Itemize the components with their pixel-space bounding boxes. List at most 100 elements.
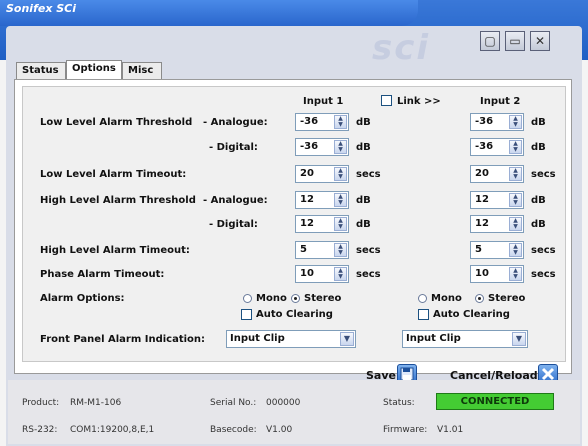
spinner-arrows-icon[interactable]: ▲ ▼	[509, 140, 522, 154]
high-threshold-digital-in2[interactable]: 12 ▲ ▼	[470, 215, 524, 233]
basecode-value: V1.00	[266, 425, 293, 435]
status-value: CONNECTED	[460, 396, 530, 407]
firmware-label: Firmware:	[383, 425, 428, 435]
value: -36	[300, 116, 319, 127]
input1-header: Input 1	[303, 96, 344, 107]
high-threshold-digital-in1[interactable]: 12 ▲ ▼	[295, 215, 349, 233]
value: 20	[300, 168, 314, 179]
value: Input Clip	[230, 333, 285, 344]
spinner-arrows-icon[interactable]: ▲ ▼	[509, 115, 522, 129]
minimize-icon: ▢	[484, 34, 496, 48]
low-timeout-in2[interactable]: 20 ▲ ▼	[470, 165, 524, 183]
value: 20	[475, 168, 489, 179]
chevron-down-icon[interactable]: ▼	[340, 332, 354, 346]
high-timeout-in1[interactable]: 5 ▲ ▼	[295, 241, 349, 259]
in1-stereo-label: Stereo	[304, 293, 342, 304]
product-label: Product:	[22, 398, 60, 408]
in2-stereo-label: Stereo	[488, 293, 526, 304]
unit-label: secs	[356, 245, 381, 256]
unit-label: secs	[356, 169, 381, 180]
tab-misc-label: Misc	[128, 65, 154, 76]
unit-label: dB	[356, 117, 371, 128]
close-button[interactable]: ✕	[530, 31, 550, 51]
rs232-value: COM1:19200,8,E,1	[70, 425, 155, 435]
firmware-value: V1.01	[437, 425, 464, 435]
tab-status[interactable]: Status	[16, 62, 66, 79]
low-threshold-digital-in1[interactable]: -36 ▲ ▼	[295, 138, 349, 156]
unit-label: dB	[531, 219, 546, 230]
spinner-arrows-icon[interactable]: ▲ ▼	[334, 167, 347, 181]
front-panel-in1-select[interactable]: Input Clip ▼	[226, 330, 356, 348]
spinner-arrows-icon[interactable]: ▲ ▼	[509, 217, 522, 231]
high-threshold-analogue-in1[interactable]: 12 ▲ ▼	[295, 191, 349, 209]
spinner-arrows-icon[interactable]: ▲ ▼	[509, 267, 522, 281]
high-timeout-label: High Level Alarm Timeout:	[40, 245, 190, 256]
chevron-down-icon[interactable]: ▼	[512, 332, 526, 346]
link-checkbox[interactable]	[381, 95, 392, 106]
spinner-arrows-icon[interactable]: ▲ ▼	[509, 167, 522, 181]
value: 12	[300, 194, 314, 205]
value: 12	[300, 218, 314, 229]
front-panel-in2-select[interactable]: Input Clip ▼	[402, 330, 528, 348]
high-timeout-in2[interactable]: 5 ▲ ▼	[470, 241, 524, 259]
low-timeout-in1[interactable]: 20 ▲ ▼	[295, 165, 349, 183]
product-value: RM-M1-106	[70, 398, 122, 408]
in2-auto-clearing-checkbox[interactable]	[418, 309, 429, 320]
low-threshold-analogue-label: - Analogue:	[203, 117, 268, 128]
tab-options[interactable]: Options	[66, 60, 122, 80]
low-threshold-digital-in2[interactable]: -36 ▲ ▼	[470, 138, 524, 156]
phase-timeout-label: Phase Alarm Timeout:	[40, 269, 165, 280]
in1-auto-clearing-checkbox[interactable]	[241, 309, 252, 320]
spinner-arrows-icon[interactable]: ▲ ▼	[334, 267, 347, 281]
in1-mono-radio[interactable]	[243, 294, 252, 303]
spinner-arrows-icon[interactable]: ▲ ▼	[509, 193, 522, 207]
window-title: Sonifex SCi	[6, 2, 77, 15]
spinner-arrows-icon[interactable]: ▲ ▼	[334, 115, 347, 129]
value: 5	[475, 244, 482, 255]
in2-mono-radio[interactable]	[418, 294, 427, 303]
low-threshold-analogue-in1[interactable]: -36 ▲ ▼	[295, 113, 349, 131]
unit-label: dB	[531, 117, 546, 128]
spinner-arrows-icon[interactable]: ▲ ▼	[334, 217, 347, 231]
spinner-arrows-icon[interactable]: ▲ ▼	[334, 193, 347, 207]
serial-label: Serial No.:	[210, 398, 257, 408]
in2-stereo-radio[interactable]	[475, 294, 484, 303]
spinner-arrows-icon[interactable]: ▲ ▼	[334, 140, 347, 154]
alarm-options-label: Alarm Options:	[40, 293, 125, 304]
value: 10	[300, 268, 314, 279]
in1-mono-label: Mono	[256, 293, 287, 304]
unit-label: secs	[531, 245, 556, 256]
value: -36	[475, 116, 494, 127]
high-threshold-digital-label: - Digital:	[209, 219, 258, 230]
phase-timeout-in2[interactable]: 10 ▲ ▼	[470, 265, 524, 283]
value: 12	[475, 218, 489, 229]
high-threshold-analogue-in2[interactable]: 12 ▲ ▼	[470, 191, 524, 209]
spinner-arrows-icon[interactable]: ▲ ▼	[509, 243, 522, 257]
unit-label: dB	[356, 195, 371, 206]
basecode-label: Basecode:	[210, 425, 257, 435]
tab-misc[interactable]: Misc	[122, 62, 162, 79]
value: 5	[300, 244, 307, 255]
link-label: Link >>	[397, 96, 441, 107]
in1-stereo-radio[interactable]	[291, 294, 300, 303]
unit-label: secs	[356, 269, 381, 280]
phase-timeout-in1[interactable]: 10 ▲ ▼	[295, 265, 349, 283]
spinner-arrows-icon[interactable]: ▲ ▼	[334, 243, 347, 257]
in2-auto-clearing-label: Auto Clearing	[433, 309, 510, 320]
close-icon: ✕	[534, 34, 546, 48]
rs232-label: RS-232:	[22, 425, 58, 435]
unit-label: secs	[531, 269, 556, 280]
unit-label: dB	[356, 219, 371, 230]
maximize-button[interactable]: ▭	[505, 31, 525, 51]
low-timeout-label: Low Level Alarm Timeout:	[40, 169, 187, 180]
in2-mono-label: Mono	[431, 293, 462, 304]
front-panel-label: Front Panel Alarm Indication:	[40, 334, 206, 345]
status-label: Status:	[383, 398, 415, 408]
minimize-button[interactable]: ▢	[480, 31, 500, 51]
value: 10	[475, 268, 489, 279]
low-threshold-analogue-in2[interactable]: -36 ▲ ▼	[470, 113, 524, 131]
serial-value: 000000	[266, 398, 301, 408]
unit-label: secs	[531, 169, 556, 180]
in1-auto-clearing-label: Auto Clearing	[256, 309, 333, 320]
status-badge: CONNECTED	[436, 393, 554, 410]
